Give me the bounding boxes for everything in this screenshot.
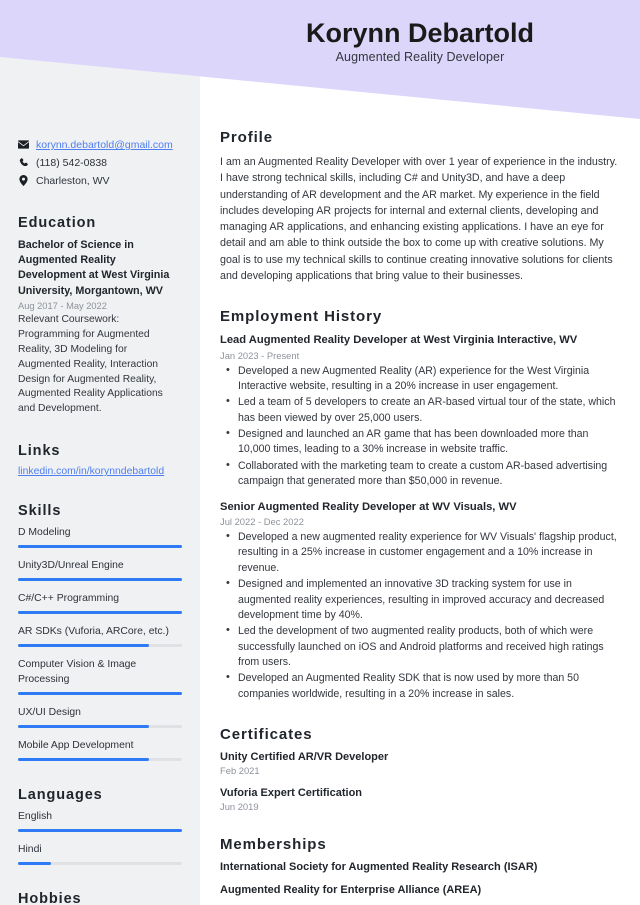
membership-item: Augmented Reality for Enterprise Allianc… xyxy=(220,884,482,897)
skill-level-fill xyxy=(18,724,150,728)
languages-list: English Hindi xyxy=(18,810,182,865)
skill-item: UX/UI Design xyxy=(18,706,182,728)
sidebar: korynn.debartold@gmail.com (118) 542-083… xyxy=(0,0,200,905)
contact-location-row: Charleston, WV xyxy=(18,174,182,188)
job-date: Jul 2022 - Dec 2022 xyxy=(220,516,304,528)
certificate-date: Jun 2019 xyxy=(220,801,259,813)
header-job-title: Augmented Reality Developer xyxy=(335,50,505,65)
skill-level-fill xyxy=(18,757,150,761)
certificate-date: Feb 2021 xyxy=(220,765,260,777)
employment-heading: Employment History xyxy=(220,308,383,326)
skill-level-track xyxy=(18,545,182,549)
link-item-linkedin[interactable]: linkedin.com/in/korynndebartold xyxy=(18,466,182,477)
phone-icon xyxy=(18,156,29,169)
language-item: English xyxy=(18,810,182,832)
contact-phone-row: (118) 542-0838 xyxy=(18,156,182,170)
certificate-title: Vuforia Expert Certification xyxy=(220,787,363,800)
skill-level-fill xyxy=(18,644,150,648)
certificate-entry: Vuforia Expert Certification Jun 2019 xyxy=(220,787,618,812)
skill-item: AR SDKs (Vuforia, ARCore, etc.) xyxy=(18,625,182,648)
contact-phone-text: (118) 542-0838 xyxy=(36,157,108,170)
skills-heading: Skills xyxy=(18,503,62,520)
job-entry: Lead Augmented Reality Developer at West… xyxy=(220,333,618,489)
skill-level-track xyxy=(18,757,182,761)
contact-email-text[interactable]: korynn.debartold@gmail.com xyxy=(36,138,173,152)
skill-label: C#/C++ Programming xyxy=(18,593,120,605)
education-degree: Bachelor of Science in Augmented Reality… xyxy=(18,238,170,297)
skill-item: D Modeling xyxy=(18,526,182,549)
job-entry: Senior Augmented Reality Developer at WV… xyxy=(220,500,618,703)
header-text-block: Korynn Debartold Augmented Reality Devel… xyxy=(200,0,640,64)
memberships-heading: Memberships xyxy=(220,836,327,854)
certificates-heading: Certificates xyxy=(220,726,313,744)
job-bullet: Led the development of two augmented rea… xyxy=(224,623,618,670)
certificate-title: Unity Certified AR/VR Developer xyxy=(220,751,389,764)
education-description: Relevant Coursework: Programming for Aug… xyxy=(18,313,163,415)
employment-list: Lead Augmented Reality Developer at West… xyxy=(220,333,618,702)
skill-label: Unity3D/Unreal Engine xyxy=(18,560,124,572)
language-label: Hindi xyxy=(18,843,42,855)
job-bullet: Designed and implemented an innovative 3… xyxy=(224,576,618,623)
page-title: Korynn Debartold xyxy=(305,18,534,48)
profile-text: I am an Augmented Reality Developer with… xyxy=(220,156,618,282)
hobbies-heading: Hobbies xyxy=(18,890,82,905)
skill-level-track xyxy=(18,644,182,648)
education-date: Aug 2017 - May 2022 xyxy=(18,300,107,311)
language-level-fill xyxy=(18,828,182,832)
job-bullet: Led a team of 5 developers to create an … xyxy=(224,394,618,426)
skill-item: C#/C++ Programming xyxy=(18,592,182,615)
skill-level-fill xyxy=(18,691,182,695)
skill-level-track xyxy=(18,724,182,728)
language-label: English xyxy=(18,810,53,822)
map-pin-icon xyxy=(18,174,29,187)
skill-item: Mobile App Development xyxy=(18,739,182,761)
languages-heading: Languages xyxy=(18,786,103,803)
skill-level-fill xyxy=(18,611,182,615)
job-date: Jan 2023 - Present xyxy=(220,349,300,361)
job-bullet: Collaborated with the marketing team to … xyxy=(224,458,618,490)
job-bullet-list: Developed a new Augmented Reality (AR) e… xyxy=(224,363,618,490)
skill-item: Unity3D/Unreal Engine xyxy=(18,559,182,582)
skill-level-fill xyxy=(18,545,182,549)
language-item: Hindi xyxy=(18,843,182,865)
job-bullet: Developed a new Augmented Reality (AR) e… xyxy=(224,363,618,395)
language-level-track xyxy=(18,861,182,865)
job-bullet: Developed an Augmented Reality SDK that … xyxy=(224,670,618,702)
skill-label: Mobile App Development xyxy=(18,739,134,751)
memberships-list: International Society for Augmented Real… xyxy=(220,861,618,896)
contact-location-text: Charleston, WV xyxy=(36,175,110,188)
job-bullet: Designed and launched an AR game that ha… xyxy=(224,426,618,458)
skill-label: AR SDKs (Vuforia, ARCore, etc.) xyxy=(18,626,169,638)
language-level-fill xyxy=(18,861,51,865)
certificates-list: Unity Certified AR/VR Developer Feb 2021 V… xyxy=(220,751,618,812)
language-level-track xyxy=(18,828,182,832)
skill-item: Computer Vision & Image Processing xyxy=(18,658,182,695)
job-bullet: Developed a new augmented reality experi… xyxy=(224,529,618,576)
skill-level-track xyxy=(18,691,182,695)
job-title: Senior Augmented Reality Developer at WV… xyxy=(220,500,517,513)
skills-list: D Modeling Unity3D/Unreal Engine C#/C++ Pr… xyxy=(18,526,182,761)
contact-email-row[interactable]: korynn.debartold@gmail.com xyxy=(18,138,182,152)
skill-level-track xyxy=(18,578,182,582)
skill-label: D Modeling xyxy=(18,527,71,539)
skill-label: UX/UI Design xyxy=(18,706,81,718)
resume-page: korynn.debartold@gmail.com (118) 542-083… xyxy=(0,0,640,905)
skill-label: Computer Vision & Image Processing xyxy=(18,659,137,685)
membership-item: International Society for Augmented Real… xyxy=(220,861,538,874)
profile-heading: Profile xyxy=(220,129,273,146)
skill-level-track xyxy=(18,611,182,615)
job-title: Lead Augmented Reality Developer at West… xyxy=(220,334,578,347)
main-content: Profile I am an Augmented Reality Develo… xyxy=(200,0,640,905)
skill-level-fill xyxy=(18,578,182,582)
education-heading: Education xyxy=(18,214,97,231)
job-bullet-list: Developed a new augmented reality experi… xyxy=(224,529,618,702)
envelope-icon xyxy=(18,138,29,151)
links-heading: Links xyxy=(18,443,61,460)
certificate-entry: Unity Certified AR/VR Developer Feb 2021 xyxy=(220,751,618,776)
